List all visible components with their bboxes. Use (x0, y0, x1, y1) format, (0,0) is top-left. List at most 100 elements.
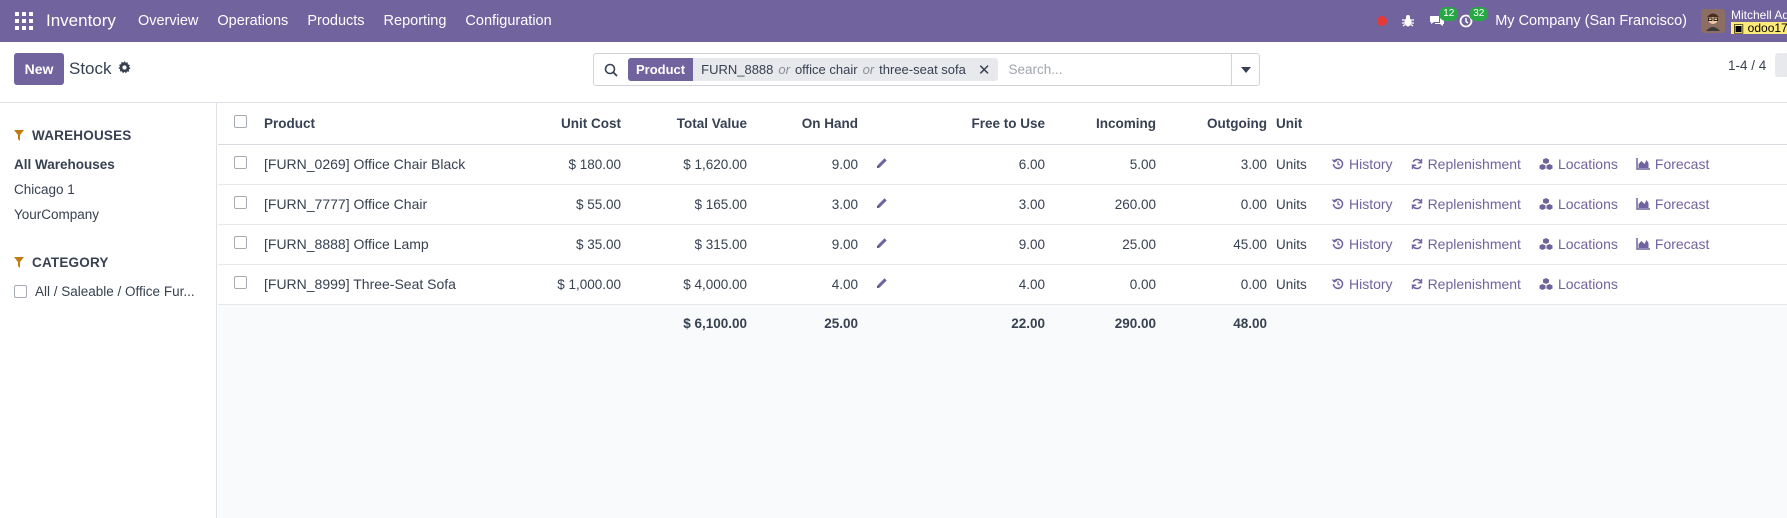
row-actions-cell: History Replenishment Locations Forecast (1320, 184, 1787, 225)
user-avatar[interactable] (1701, 9, 1725, 33)
col-free-to-use[interactable]: Free to Use (906, 103, 1045, 145)
search-options-toggle[interactable] (1231, 54, 1259, 85)
search-bar[interactable]: Product FURN_8888 or office chair or thr… (593, 53, 1260, 86)
pencil-icon[interactable] (876, 197, 888, 209)
incoming-sum: 290.00 (1045, 304, 1156, 342)
totals-spacer (218, 304, 254, 342)
incoming-cell: 0.00 (1045, 264, 1156, 305)
locations-button[interactable]: Locations (1539, 196, 1618, 212)
total-value-cell: $ 4,000.00 (621, 264, 747, 305)
table-row[interactable]: [FURN_0269] Office Chair Black $ 180.00 … (218, 144, 1787, 185)
search-panel: WAREHOUSES All Warehouses Chicago 1 Your… (0, 103, 217, 518)
warehouse-yourcompany[interactable]: YourCompany (0, 202, 216, 227)
history-button[interactable]: History (1332, 196, 1393, 212)
user-menu[interactable]: Mitchell Admin ▣ odoo17 (1731, 9, 1787, 34)
filter-icon (14, 130, 24, 141)
outgoing-cell: 0.00 (1156, 184, 1267, 225)
debug-bug-icon[interactable] (1401, 14, 1415, 28)
category-checkbox[interactable] (14, 284, 27, 298)
replenishment-button[interactable]: Replenishment (1411, 196, 1521, 212)
activities-count-badge: 32 (1469, 7, 1489, 21)
cubes-icon (1539, 198, 1553, 210)
locations-button[interactable]: Locations (1539, 156, 1618, 172)
history-icon (1332, 158, 1344, 170)
category-heading: CATEGORY (0, 255, 216, 270)
gear-icon[interactable] (118, 61, 131, 77)
pager-value[interactable]: 1-4 / 4 (1728, 58, 1766, 73)
search-input[interactable] (1008, 62, 1229, 77)
menu-operations[interactable]: Operations (217, 13, 288, 29)
forecast-button[interactable]: Forecast (1636, 196, 1709, 212)
stock-table: Product Unit Cost Total Value On Hand Fr… (218, 103, 1787, 342)
menu-overview[interactable]: Overview (138, 13, 198, 29)
row-checkbox[interactable] (234, 236, 247, 249)
locations-button[interactable]: Locations (1539, 276, 1618, 292)
facet-or: or (862, 62, 875, 77)
history-button[interactable]: History (1332, 236, 1393, 252)
refresh-icon (1411, 238, 1422, 250)
product-cell[interactable]: [FURN_8999] Three-Seat Sofa (254, 264, 527, 305)
new-button[interactable]: New (14, 53, 64, 85)
product-cell[interactable]: [FURN_8888] Office Lamp (254, 224, 527, 265)
replenishment-button[interactable]: Replenishment (1411, 156, 1521, 172)
totals-spacer (1267, 304, 1320, 342)
messages-icon[interactable]: 12 (1429, 7, 1459, 28)
search-facet-product[interactable]: Product FURN_8888 or office chair or thr… (628, 58, 999, 81)
pencil-icon[interactable] (876, 157, 888, 169)
menu-reporting[interactable]: Reporting (384, 13, 447, 29)
row-actions: History Replenishment Locations Forecast (1320, 196, 1787, 212)
forecast-button[interactable]: Forecast (1636, 236, 1709, 252)
warehouse-all[interactable]: All Warehouses (0, 152, 216, 177)
col-on-hand[interactable]: On Hand (747, 103, 858, 145)
pencil-icon[interactable] (876, 277, 888, 289)
row-checkbox[interactable] (234, 196, 247, 209)
select-all-checkbox[interactable] (234, 115, 247, 129)
forecast-button[interactable]: Forecast (1636, 156, 1709, 172)
locations-button[interactable]: Locations (1539, 236, 1618, 252)
menu-configuration[interactable]: Configuration (465, 13, 551, 29)
on-hand-cell: 4.00 (747, 264, 858, 305)
row-actions: History Replenishment Locations (1320, 276, 1787, 292)
caret-down-icon (1240, 66, 1251, 73)
row-checkbox[interactable] (234, 276, 247, 289)
row-checkbox[interactable] (234, 156, 247, 169)
unit-cell: Units (1267, 144, 1320, 185)
row-actions: History Replenishment Locations Forecast (1320, 236, 1787, 252)
table-header-row: Product Unit Cost Total Value On Hand Fr… (218, 103, 1787, 145)
replenishment-button[interactable]: Replenishment (1411, 276, 1521, 292)
table-row[interactable]: [FURN_8999] Three-Seat Sofa $ 1,000.00 $… (218, 264, 1787, 305)
warehouse-chicago[interactable]: Chicago 1 (0, 177, 216, 202)
history-button[interactable]: History (1332, 276, 1393, 292)
company-switcher[interactable]: My Company (San Francisco) (1495, 13, 1687, 29)
facet-values: FURN_8888 or office chair or three-seat … (693, 58, 974, 81)
product-cell[interactable]: [FURN_0269] Office Chair Black (254, 144, 527, 185)
category-label: All / Saleable / Office Fur... (35, 283, 195, 299)
pencil-icon[interactable] (876, 237, 888, 249)
menu-products[interactable]: Products (307, 13, 364, 29)
activities-clock-icon[interactable]: 32 (1459, 7, 1489, 28)
app-name[interactable]: Inventory (46, 11, 116, 31)
col-incoming[interactable]: Incoming (1045, 103, 1156, 145)
incoming-cell: 25.00 (1045, 224, 1156, 265)
replenishment-button[interactable]: Replenishment (1411, 236, 1521, 252)
facet-remove-icon[interactable]: ✕ (974, 58, 999, 81)
search-icon[interactable] (594, 63, 628, 77)
history-button[interactable]: History (1332, 156, 1393, 172)
col-outgoing[interactable]: Outgoing (1156, 103, 1267, 145)
col-total-value[interactable]: Total Value (621, 103, 747, 145)
table-row[interactable]: [FURN_7777] Office Chair $ 55.00 $ 165.0… (218, 184, 1787, 225)
product-cell[interactable]: [FURN_7777] Office Chair (254, 184, 527, 225)
col-unit[interactable]: Unit (1267, 103, 1320, 145)
pager-previous-button[interactable] (1775, 53, 1787, 77)
messages-count-badge: 12 (1439, 7, 1459, 21)
row-actions: History Replenishment Locations Forecast (1320, 156, 1787, 172)
col-product[interactable]: Product (254, 103, 527, 145)
free-to-use-cell: 3.00 (906, 184, 1045, 225)
category-item[interactable]: All / Saleable / Office Fur... (0, 279, 216, 303)
recording-dot-icon[interactable] (1377, 16, 1388, 26)
on-hand-sum: 25.00 (747, 304, 858, 342)
outgoing-sum: 48.00 (1156, 304, 1267, 342)
table-row[interactable]: [FURN_8888] Office Lamp $ 35.00 $ 315.00… (218, 224, 1787, 265)
apps-menu-icon[interactable] (14, 11, 34, 31)
col-unit-cost[interactable]: Unit Cost (527, 103, 621, 145)
